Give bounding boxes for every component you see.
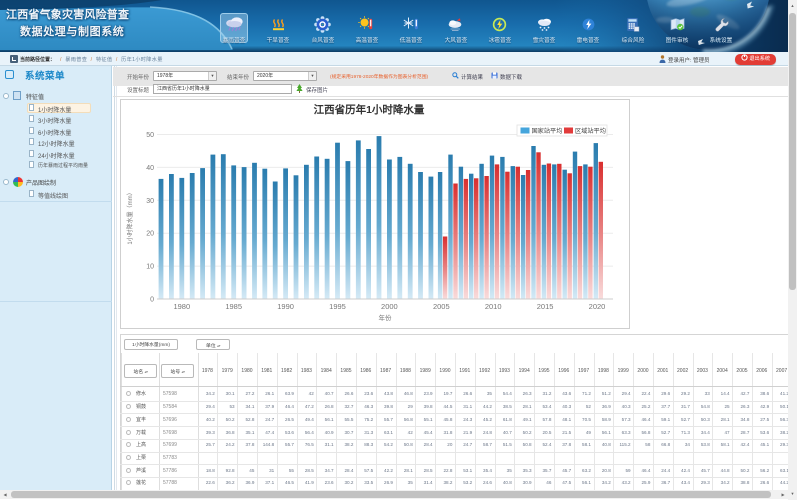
svg-text:2005: 2005 [433,302,450,311]
svg-text:0: 0 [150,297,154,304]
svg-text:10: 10 [146,264,154,271]
svg-text:50: 50 [146,132,154,139]
svg-text:1985: 1985 [225,302,242,311]
svg-text:2000: 2000 [381,302,398,311]
svg-text:20: 20 [146,231,154,238]
svg-text:1995: 1995 [329,302,346,311]
svg-text:国家站平均: 国家站平均 [532,127,563,135]
svg-text:1990: 1990 [277,302,294,311]
svg-text:2020: 2020 [589,302,606,311]
svg-text:年份: 年份 [379,313,393,322]
svg-text:2010: 2010 [485,302,502,311]
svg-text:江西省历年1小时降水量: 江西省历年1小时降水量 [314,103,425,116]
svg-text:30: 30 [146,198,154,205]
svg-text:区域站平均: 区域站平均 [575,127,606,135]
svg-text:1980: 1980 [173,302,190,311]
svg-text:2015: 2015 [537,302,554,311]
svg-text:40: 40 [146,165,154,172]
svg-text:1小时降水量（mm）: 1小时降水量（mm） [126,189,134,244]
